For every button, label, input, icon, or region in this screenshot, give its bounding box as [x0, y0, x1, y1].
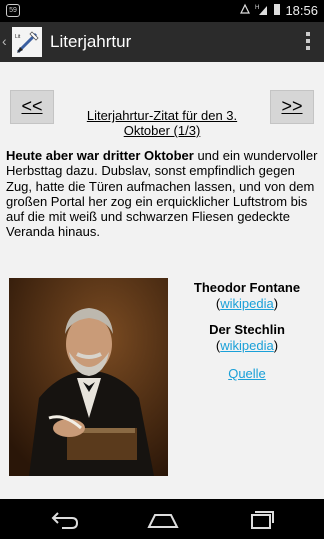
author-wikipedia-row: (wikipedia) [215, 296, 279, 311]
app-title: Literjahrtur [50, 32, 132, 51]
navigation-bar [0, 499, 324, 539]
source-link[interactable]: Quelle [228, 366, 266, 381]
author-wikipedia-link[interactable]: wikipedia [220, 296, 273, 311]
clock: 18:56 [285, 3, 318, 18]
author-name: Theodor Fontane [193, 280, 301, 295]
home-icon[interactable] [147, 507, 179, 536]
quote-title-link[interactable]: Literjahrtur-Zitat für den 3. Oktober (1… [70, 108, 254, 138]
author-info: Theodor Fontane (wikipedia) Der Stechlin… [176, 280, 318, 382]
work-title: Der Stechlin [209, 322, 285, 337]
up-chevron-icon[interactable]: ‹ [2, 33, 7, 49]
action-bar: ‹ Lit Literjahrtur [0, 22, 324, 62]
author-portrait [9, 278, 168, 476]
quote-text: Heute aber war dritter Oktober und ein w… [6, 148, 318, 240]
previous-quote-button[interactable]: << [10, 90, 54, 124]
literjahrtur-app-icon[interactable]: Lit [12, 27, 42, 57]
quote-page: << Literjahrtur-Zitat für den 3. Oktober… [0, 62, 324, 499]
back-icon[interactable] [50, 507, 80, 536]
svg-text:Lit: Lit [15, 34, 21, 40]
recent-apps-icon[interactable] [246, 507, 276, 536]
status-bar: 59 H 18:56 [0, 0, 324, 22]
next-quote-button[interactable]: >> [270, 90, 314, 124]
quote-text-bold: Heute aber war dritter Oktober [6, 148, 194, 163]
alarm-icon [239, 3, 251, 18]
notification-icon: 59 [6, 4, 20, 17]
work-wikipedia-row: (wikipedia) [215, 338, 279, 353]
signal-icon: H [255, 3, 269, 18]
battery-icon [273, 3, 281, 18]
overflow-menu-icon[interactable] [306, 32, 310, 52]
svg-text:H: H [255, 5, 259, 11]
status-icons: H 18:56 [239, 3, 318, 18]
work-wikipedia-link[interactable]: wikipedia [220, 338, 273, 353]
